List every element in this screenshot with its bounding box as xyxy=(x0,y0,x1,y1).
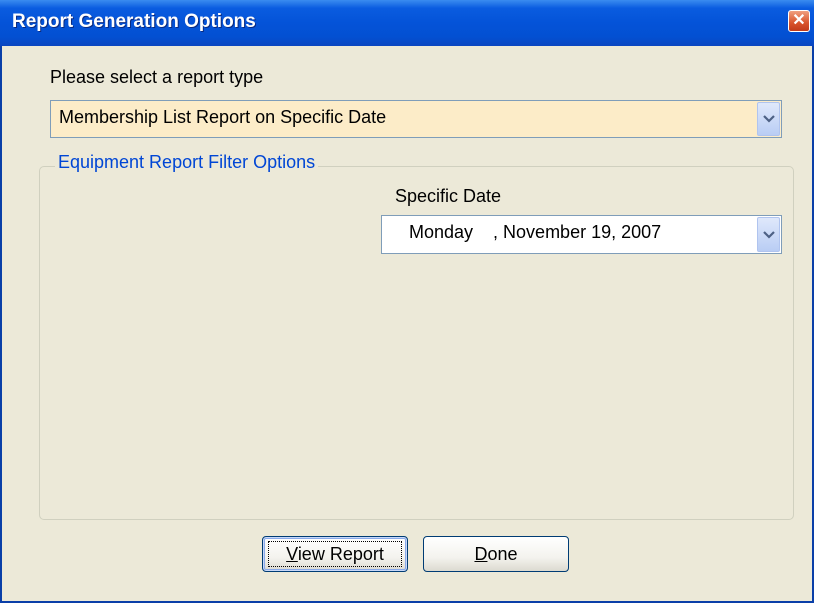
specific-date-value: Monday , November 19, 2007 xyxy=(409,222,662,242)
chevron-down-icon[interactable] xyxy=(757,102,780,136)
report-type-label: Please select a report type xyxy=(50,67,264,87)
close-icon[interactable]: ✕ xyxy=(788,10,810,32)
specific-date-label: Specific Date xyxy=(395,186,502,206)
title-bar[interactable]: Report Generation Options ✕ xyxy=(0,0,814,46)
report-type-value: Membership List Report on Specific Date xyxy=(59,107,387,127)
report-options-dialog: Report Generation Options ✕ Please selec… xyxy=(0,0,814,603)
specific-date-picker[interactable]: Monday , November 19, 2007 xyxy=(381,215,782,254)
report-type-dropdown[interactable]: Membership List Report on Specific Date xyxy=(50,100,782,138)
filter-options-group-title: Equipment Report Filter Options xyxy=(55,152,319,173)
window-title: Report Generation Options xyxy=(12,11,256,32)
chevron-down-icon[interactable] xyxy=(757,217,780,252)
done-button[interactable]: Done xyxy=(423,536,569,572)
view-report-button[interactable]: View Report xyxy=(262,536,408,572)
